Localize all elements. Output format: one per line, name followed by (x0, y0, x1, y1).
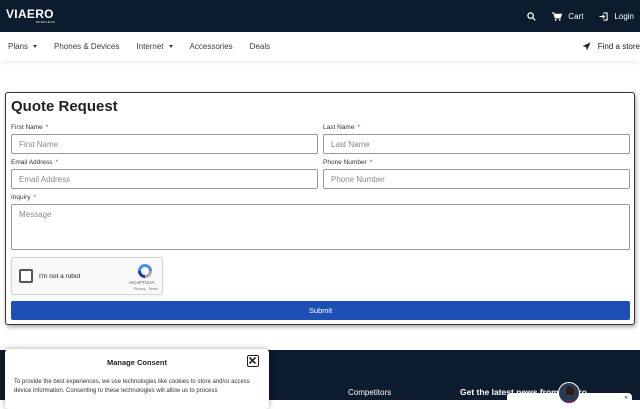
nav-item-label: Accessories (189, 42, 233, 51)
required-mark: * (369, 159, 373, 166)
search-button[interactable] (527, 11, 537, 21)
logo[interactable]: VIAERO (6, 8, 54, 20)
required-mark: * (55, 159, 59, 166)
main-nav: Plans Phones & Devices Internet Accessor… (0, 32, 640, 61)
form-title: Quote Request (11, 98, 118, 115)
close-icon (248, 356, 257, 365)
login-label: Login (614, 11, 634, 21)
cart-label: Cart (568, 11, 584, 21)
consent-dialog: Manage Consent To provide the best exper… (5, 349, 269, 409)
chat-avatar[interactable] (558, 382, 580, 404)
quote-request-form: Quote Request First Name* Last Name* Ema… (5, 92, 635, 325)
recaptcha-terms[interactable]: Privacy - Terms (134, 287, 158, 291)
find-store-link[interactable]: Find a store (582, 32, 640, 61)
nav-item-internet[interactable]: Internet (136, 42, 173, 51)
nav-item-label: Phones & Devices (54, 42, 120, 51)
nav-item-label: Deals (249, 42, 271, 51)
close-icon[interactable]: ✕ (624, 395, 628, 401)
phone-label: Phone Number * (323, 159, 373, 166)
consent-close-button[interactable] (247, 355, 259, 367)
nav-item-label: Plans (8, 42, 29, 51)
nav-item-plans[interactable]: Plans (8, 42, 38, 51)
cart-icon (552, 11, 563, 21)
required-mark: * (33, 194, 37, 201)
header-actions: Cart Login (511, 0, 634, 32)
nav-item-accessories[interactable]: Accessories (190, 42, 233, 51)
search-icon (527, 11, 537, 21)
nav-item-deals[interactable]: Deals (250, 42, 270, 51)
last-name-label: Last Name * (323, 124, 360, 131)
first-name-label: First Name * (11, 124, 49, 131)
login-icon (599, 11, 609, 21)
inquiry-textarea[interactable] (11, 204, 630, 250)
top-bar: VIAERO WIRELESS Cart Login (0, 0, 640, 32)
recaptcha-icon (138, 264, 152, 278)
inquiry-label: Inquiry * (11, 194, 37, 201)
required-mark: * (45, 124, 49, 131)
chevron-down-icon (168, 45, 173, 48)
find-store-label: Find a store (597, 42, 640, 51)
email-input[interactable] (11, 169, 318, 189)
location-arrow-icon (582, 42, 591, 51)
consent-text: To provide the best experiences, we use … (14, 379, 250, 394)
recaptcha-widget: I'm not a robot reCAPTCHA Privacy - Term… (11, 257, 163, 295)
recaptcha-label: I'm not a robot (39, 273, 81, 280)
email-label: Email Address * (11, 159, 59, 166)
consent-title: Manage Consent (107, 358, 168, 367)
phone-input[interactable] (323, 169, 630, 189)
recaptcha-checkbox[interactable] (19, 269, 33, 283)
nav-item-phones-devices[interactable]: Phones & Devices (54, 42, 119, 51)
required-mark: * (357, 124, 360, 131)
first-name-input[interactable] (11, 134, 318, 154)
login-button[interactable]: Login (599, 12, 634, 21)
footer-competitors-heading: Competitors (348, 388, 392, 397)
logo-subtitle: WIRELESS (36, 20, 56, 24)
cart-button[interactable]: Cart (552, 12, 583, 21)
recaptcha-brand: reCAPTCHA (129, 280, 155, 285)
chevron-down-icon (33, 45, 38, 48)
nav-item-label: Internet (136, 42, 164, 51)
submit-button[interactable]: Submit (11, 301, 630, 320)
last-name-input[interactable] (323, 134, 630, 154)
